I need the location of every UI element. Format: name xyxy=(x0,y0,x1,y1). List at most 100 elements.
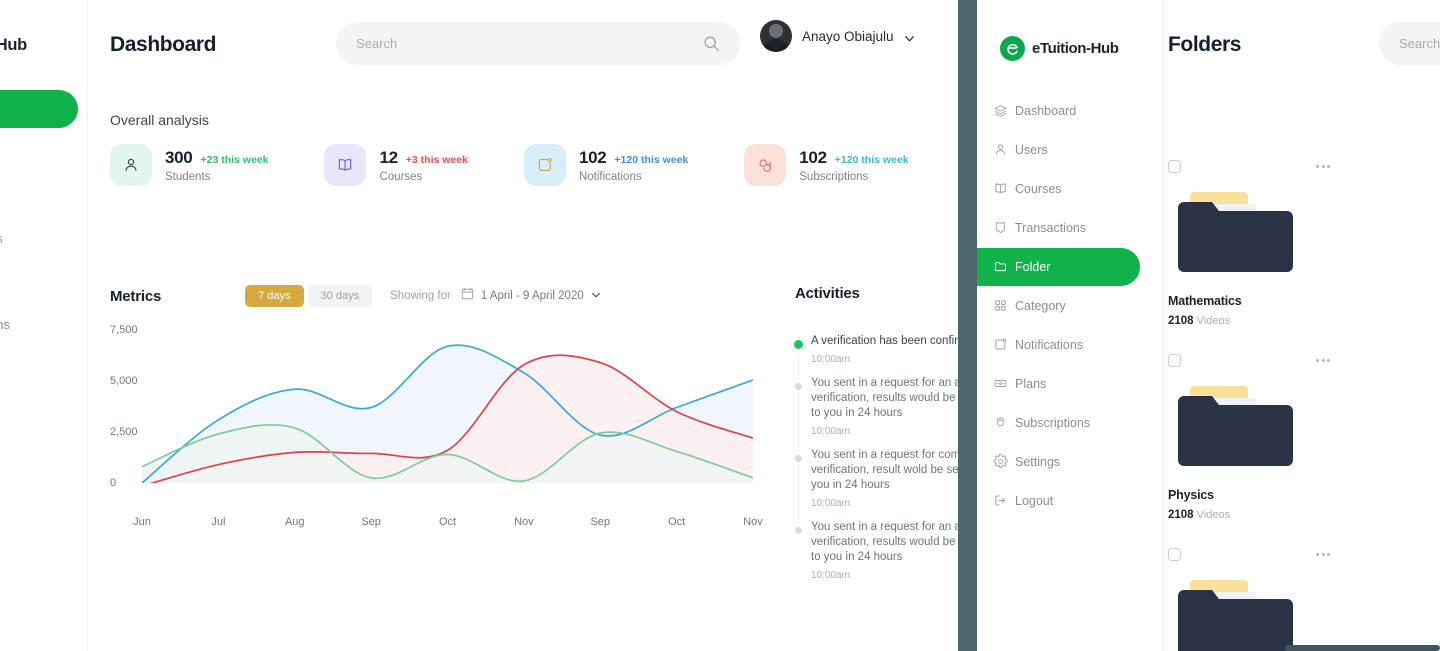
sidebar-item-label: Logout xyxy=(1015,494,1054,508)
sidebar-item-settings[interactable]: Settings xyxy=(977,443,1163,481)
chart-x-tick: Jul xyxy=(211,516,226,528)
search-input[interactable] xyxy=(356,22,696,65)
user-name: Anayo Obiajulu xyxy=(802,28,894,44)
folder-card[interactable]: Mathematics 2108 Videos xyxy=(1168,160,1332,327)
stat-card-top: 300 +23 this week xyxy=(165,148,268,168)
book-icon xyxy=(324,144,367,186)
metrics-header: Metrics 7 days 30 days Showing for 1 Apr… xyxy=(110,285,601,307)
folder-more-options-icon[interactable] xyxy=(1316,160,1332,168)
stat-card: 12 +3 this week Courses xyxy=(324,144,468,186)
range-toggle-7days[interactable]: 7 days xyxy=(245,285,304,307)
stat-card-body: 300 +23 this week Students xyxy=(165,148,268,183)
chart-x-tick: Oct xyxy=(668,516,686,528)
sidebar-item-settings[interactable]: Settings xyxy=(0,348,88,386)
sidebar-item-plans[interactable]: Plans xyxy=(0,176,88,214)
sidebar-item-label: Courses xyxy=(1015,182,1062,196)
chevron-down-icon[interactable] xyxy=(591,287,601,305)
bell-square-icon xyxy=(523,144,566,186)
subscription-icon xyxy=(744,144,787,186)
sidebar-item-plans[interactable]: Plans xyxy=(977,365,1163,403)
folder-card[interactable]: Agricultural Science 2108 Videos xyxy=(1168,548,1332,651)
sidebar-item-label: Notifications xyxy=(0,231,3,246)
search-box[interactable] xyxy=(336,22,740,65)
gear-icon xyxy=(993,454,1008,469)
activity-item: You sent in a request for an address ver… xyxy=(795,520,958,592)
sidebar-item-label: Notifications xyxy=(1015,338,1084,352)
folder-more-options-icon[interactable] xyxy=(1316,548,1332,556)
stat-card-body: 12 +3 this week Courses xyxy=(379,148,467,183)
stat-delta: +3 this week xyxy=(405,153,468,166)
folders-sidebar: eTuition-Hub Dashboard Users Courses Tra… xyxy=(977,0,1163,651)
showing-for-label: Showing for xyxy=(390,290,451,302)
stat-value: 12 xyxy=(379,147,398,167)
chart-y-tick: 0 xyxy=(110,477,117,489)
search-box[interactable] xyxy=(1379,22,1440,65)
folder-meta: 2108 Videos xyxy=(1168,315,1231,327)
sidebar-item-dashboard[interactable]: Dashboard xyxy=(0,90,78,128)
activity-time: 10:00am xyxy=(811,498,850,509)
activity-time: 10:00am xyxy=(811,570,850,581)
stat-card-list: 300 +23 this week Students 12 +3 this we… xyxy=(110,144,909,186)
sidebar-item-logout[interactable]: Logout xyxy=(977,482,1163,520)
folder-icon xyxy=(1168,182,1303,282)
search-icon[interactable] xyxy=(703,35,720,52)
sidebar-item-dashboard[interactable]: Dashboard xyxy=(977,92,1163,130)
folder-checkbox[interactable] xyxy=(1168,354,1181,367)
sidebar-item-courses[interactable]: Courses xyxy=(0,133,88,171)
stat-card: 102 +120 this week Notifications xyxy=(523,144,688,186)
sidebar-item-subscriptions[interactable]: Subscriptions xyxy=(977,404,1163,442)
sidebar-item-label: Settings xyxy=(1015,455,1061,469)
folder-grid: Mathematics 2108 Videos Physics 2108 Vid… xyxy=(1168,160,1440,651)
sidebar-item-label: Category xyxy=(1015,299,1066,313)
chart-x-tick: Jun xyxy=(133,516,151,528)
sidebar-item-label: Subscriptions xyxy=(1015,416,1091,430)
card-icon xyxy=(993,376,1008,391)
book-icon xyxy=(993,181,1008,196)
chart-y-tick: 7,500 xyxy=(110,324,138,336)
sidebar-item-users[interactable]: Users xyxy=(977,131,1163,169)
stat-label: Students xyxy=(165,170,211,183)
folder-checkbox[interactable] xyxy=(1168,160,1181,173)
stat-label: Subscriptions xyxy=(799,170,869,183)
user-profile-menu[interactable]: Anayo Obiajulu xyxy=(760,20,915,52)
sidebar-item-livestream[interactable]: Livestream xyxy=(0,262,88,300)
sidebar-item-notifications[interactable]: Notifications xyxy=(0,219,88,257)
receipt-icon xyxy=(993,220,1008,235)
chart-x-tick: Sep xyxy=(361,516,381,528)
overall-analysis-title: Overall analysis xyxy=(110,112,209,128)
dashboard-screen: eTuition-Hub Dashboard Courses Plans Not… xyxy=(0,0,958,651)
folder-more-options-icon[interactable] xyxy=(1316,354,1332,362)
chart-y-tick: 2,500 xyxy=(110,426,138,438)
folder-name: Mathematics xyxy=(1168,294,1242,308)
range-toggle-30days[interactable]: 30 days xyxy=(307,285,373,307)
users-icon xyxy=(110,144,152,186)
date-range-picker[interactable]: 1 April - 9 April 2020 xyxy=(461,287,601,305)
activity-time: 10:00am xyxy=(811,354,850,365)
grid-icon xyxy=(993,298,1008,313)
search-input[interactable] xyxy=(1399,22,1440,65)
sidebar-item-folder[interactable]: Folder xyxy=(977,248,1140,286)
stat-delta: +120 this week xyxy=(834,153,909,166)
sidebar-item-label: Users xyxy=(1015,143,1048,157)
chevron-down-icon[interactable] xyxy=(904,31,915,42)
stat-label: Courses xyxy=(379,170,423,183)
sidebar-item-label: Plans xyxy=(1015,377,1047,391)
sidebar-item-logout[interactable]: Logout xyxy=(0,391,88,429)
sidebar-item-notifications[interactable]: Notifications xyxy=(977,326,1163,364)
sidebar-item-label: Subscriptions xyxy=(0,316,11,332)
activity-item: You sent in a request for an address ver… xyxy=(795,376,958,452)
folder-icon xyxy=(1168,570,1303,651)
sidebar-item-label: Dashboard xyxy=(1015,104,1077,118)
stat-value: 102 xyxy=(799,147,827,167)
sidebar-item-courses[interactable]: Courses xyxy=(977,170,1163,208)
folder-checkbox[interactable] xyxy=(1168,548,1181,561)
sidebar-item-transactions[interactable]: Transactions xyxy=(977,209,1163,247)
sidebar-item-category[interactable]: Category xyxy=(977,287,1163,325)
sidebar-item-subscriptions[interactable]: Subscriptions xyxy=(0,305,88,343)
folders-screen: eTuition-Hub Dashboard Users Courses Tra… xyxy=(977,0,1440,651)
folder-card[interactable]: Physics 2108 Videos xyxy=(1168,354,1332,521)
activity-text: A verification has been confirmed. xyxy=(811,335,958,347)
activity-text: You sent in a request for company verifi… xyxy=(811,449,958,491)
dashboard-sidebar: eTuition-Hub Dashboard Courses Plans Not… xyxy=(0,0,88,651)
chart-y-tick: 5,000 xyxy=(110,375,138,387)
